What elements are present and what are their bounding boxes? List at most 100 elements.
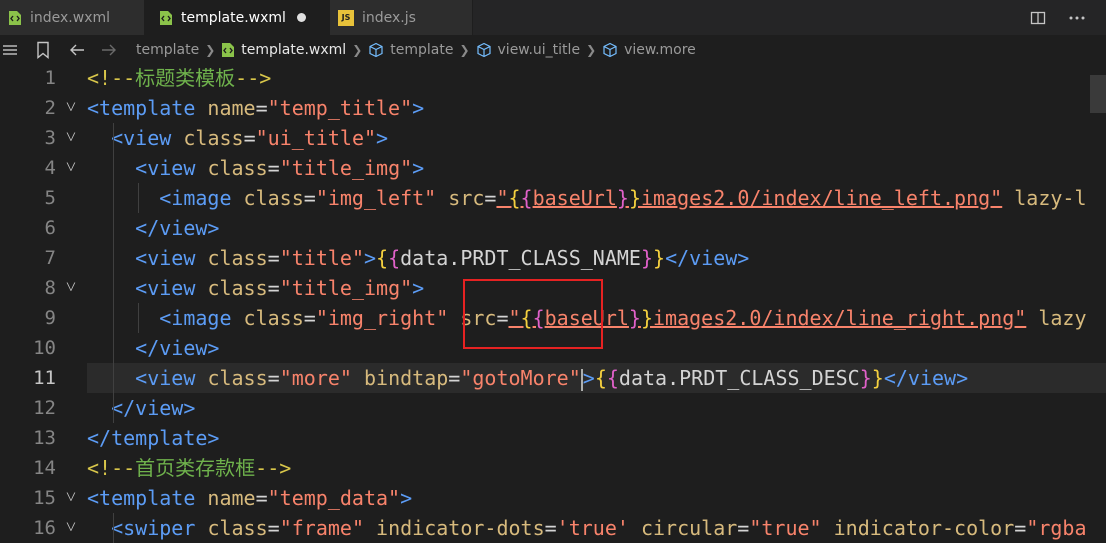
symbol-element-icon <box>603 42 617 58</box>
code-token: > <box>376 126 389 150</box>
code-token: "frame" <box>279 516 364 540</box>
fold-chevron-icon[interactable]: ˅ <box>62 153 80 183</box>
code-token: = <box>737 516 750 540</box>
code-line[interactable]: 15 ˅ <template name="temp_data"> <box>0 483 1106 513</box>
back-arrow-icon[interactable] <box>68 42 86 58</box>
code-token: { <box>508 186 521 210</box>
bookmark-icon[interactable] <box>36 41 50 59</box>
breadcrumb-item-template[interactable]: template <box>368 42 453 58</box>
code-token: } <box>871 366 884 390</box>
code-token: "ui_title" <box>255 126 377 150</box>
code-token: { <box>388 246 401 270</box>
code-token: data.PRDT_CLASS_DESC <box>618 366 860 390</box>
code-token: name <box>207 96 256 120</box>
code-token: "title" <box>279 246 364 270</box>
code-token: = <box>448 366 461 390</box>
code-token: --> <box>235 66 272 90</box>
code-line[interactable]: 6 </view> <box>0 213 1106 243</box>
code-token: <image <box>159 186 232 210</box>
fold-chevron-icon[interactable]: ˅ <box>62 483 80 513</box>
code-line[interactable]: 2 ˅ <template name="temp_title"> <box>0 93 1106 123</box>
code-line[interactable]: 14 <!--首页类存款框--> <box>0 453 1106 483</box>
more-actions-icon[interactable] <box>1068 10 1086 26</box>
code-line[interactable]: 13 </template> <box>0 423 1106 453</box>
code-line[interactable]: 11 <view class="more" bindtap="gotoMore"… <box>0 363 1106 393</box>
fold-chevron-icon[interactable]: ˅ <box>62 93 80 123</box>
tab-bar-empty-space <box>473 0 1106 35</box>
code-text: <template name="temp_data"> <box>87 483 412 513</box>
code-token: </view> <box>883 366 969 390</box>
code-token: { <box>606 366 619 390</box>
js-file-icon: JS <box>338 9 354 26</box>
fold-chevron-icon[interactable]: ˅ <box>62 273 80 303</box>
code-line[interactable]: 7 <view class="title">{{data.PRDT_CLASS_… <box>0 243 1106 273</box>
code-line[interactable]: 16 ˅ <swiper class="frame" indicator-dots… <box>0 513 1106 543</box>
line-number: 1 <box>44 67 56 89</box>
tab-template-wxml[interactable]: template.wxml <box>145 0 330 35</box>
fold-chevron-icon[interactable]: ˅ <box>62 513 80 543</box>
scrollbar-thumb[interactable] <box>1090 75 1106 113</box>
code-token: name <box>207 486 256 510</box>
tab-label: template.wxml <box>181 9 286 26</box>
breadcrumb-item-view-ui-title[interactable]: view.ui_title <box>476 42 580 58</box>
code-text: <view class="title">{{data.PRDT_CLASS_NA… <box>87 243 749 273</box>
line-number: 5 <box>44 187 56 209</box>
code-token: "gotoMore" <box>460 366 581 390</box>
tab-index-js[interactable]: JS index.js <box>330 0 473 35</box>
breadcrumb-item-view-more[interactable]: view.more <box>602 42 696 58</box>
code-token: <view <box>135 276 196 300</box>
chevron-right-icon: ❯ <box>586 43 597 57</box>
code-token: = <box>544 516 557 540</box>
code-token: "img_right" <box>315 306 449 330</box>
code-line[interactable]: 3 ˅ <view class="ui_title"> <box>0 123 1106 153</box>
breadcrumb-item-folder[interactable]: template <box>136 42 199 58</box>
line-number: 3 <box>44 127 56 149</box>
code-token: circular <box>640 516 738 540</box>
code-token: class <box>207 276 268 300</box>
split-editor-icon[interactable] <box>1030 10 1046 26</box>
fold-chevron-icon[interactable]: ˅ <box>62 123 80 153</box>
code-token: } <box>640 246 654 270</box>
code-token: --> <box>255 456 292 480</box>
code-token: lazy <box>1038 306 1087 330</box>
line-number: 6 <box>44 217 56 239</box>
code-token: </view> <box>111 396 196 420</box>
code-token: = <box>255 96 268 120</box>
line-number: 13 <box>33 427 56 449</box>
code-line[interactable]: 12 </view> <box>0 393 1106 423</box>
code-line[interactable]: 1 <!--标题类模板--> <box>0 63 1106 93</box>
tab-label: index.wxml <box>30 9 111 26</box>
code-text: <view class="ui_title"> <box>87 123 388 153</box>
code-token: = <box>484 186 497 210</box>
code-token: class <box>243 186 304 210</box>
forward-arrow-icon[interactable] <box>100 42 118 58</box>
code-token: { <box>520 186 533 210</box>
code-token: = <box>267 516 280 540</box>
unsaved-indicator-dot[interactable] <box>296 13 306 22</box>
code-token: } <box>616 186 629 210</box>
code-token: <!-- <box>87 456 136 480</box>
breadcrumb-item-file[interactable]: template.wxml <box>221 42 346 58</box>
menu-icon[interactable] <box>2 42 20 58</box>
code-text: </view> <box>87 333 219 363</box>
code-line[interactable]: 4 ˅ <view class="title_img"> <box>0 153 1106 183</box>
code-token: "temp_data" <box>267 486 401 510</box>
line-number: 14 <box>33 457 56 479</box>
line-number: 11 <box>33 367 56 389</box>
code-token: " <box>496 186 509 210</box>
code-token: } <box>653 246 666 270</box>
code-line[interactable]: 5 <image class="img_left" src="{{baseUrl… <box>0 183 1106 213</box>
tab-index-wxml[interactable]: index.wxml <box>0 0 145 35</box>
code-token: "title_img" <box>279 276 413 300</box>
